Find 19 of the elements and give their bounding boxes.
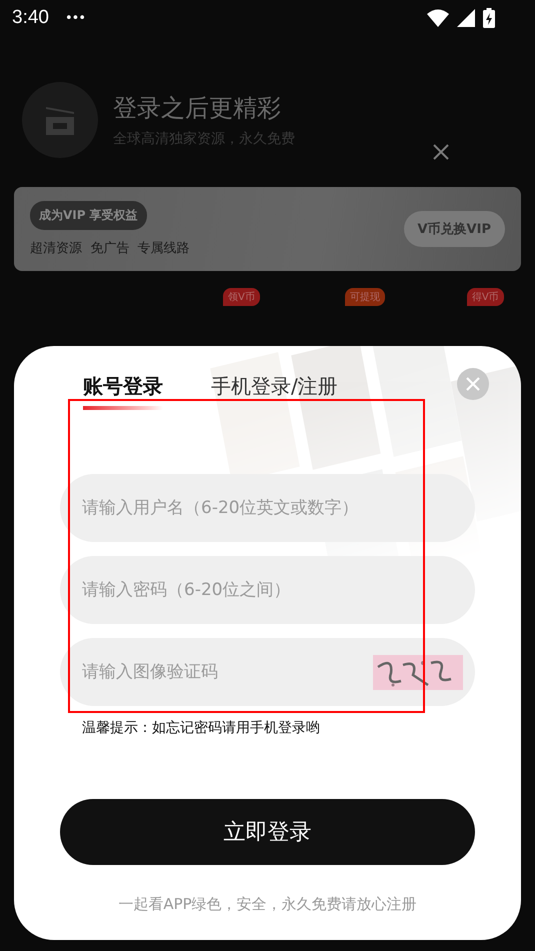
input-field[interactable]: 请输入用户名（6-20位英文或数字） xyxy=(60,474,475,542)
footer-note: 一起看APP绿色，安全，永久免费请放心注册 xyxy=(117,895,418,914)
reward-tag: 可提现 xyxy=(344,288,385,306)
login-button[interactable]: 立即登录 xyxy=(60,799,475,865)
signal-icon xyxy=(457,9,475,27)
reward-tag: 得V币 xyxy=(466,288,504,306)
input-field[interactable]: 请输入密码（6-20位之间） xyxy=(60,556,475,624)
battery-icon xyxy=(483,8,495,28)
close-icon[interactable] xyxy=(433,144,449,160)
notification-dots: ••• xyxy=(64,10,85,26)
hint-text: 温馨提示：如忘记密码请用手机登录哟 xyxy=(82,719,321,737)
login-tab[interactable]: 账号登录 xyxy=(83,373,163,410)
reward-tag: 领V币 xyxy=(223,288,260,306)
wifi-icon xyxy=(427,9,449,27)
status-time: 3:40 xyxy=(12,7,49,29)
vip-perks: 超清资源 免广告 专属线路 xyxy=(30,240,190,257)
vip-badge: 成为VIP 享受权益 xyxy=(30,201,147,230)
login-tab[interactable]: 手机登录/注册 xyxy=(211,373,338,410)
header-title: 登录之后更精彩 xyxy=(113,93,282,124)
